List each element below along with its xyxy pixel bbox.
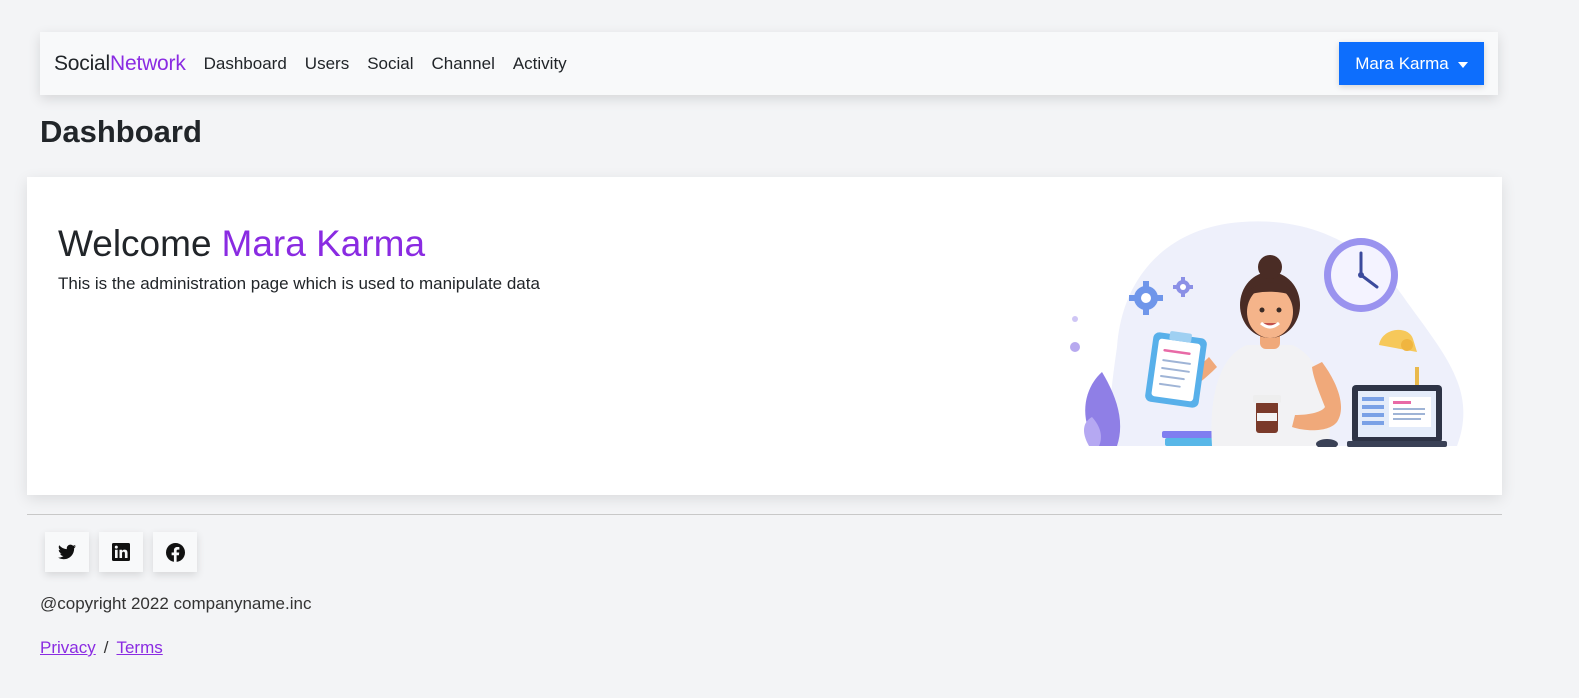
privacy-link[interactable]: Privacy [40, 638, 96, 657]
welcome-greeting: Welcome [58, 223, 212, 264]
terms-link[interactable]: Terms [116, 638, 162, 657]
user-menu-button[interactable]: Mara Karma [1339, 42, 1484, 85]
facebook-icon [165, 542, 185, 562]
footer-link-separator: / [103, 638, 109, 657]
page-title: Dashboard [40, 114, 202, 149]
linkedin-icon [112, 543, 130, 561]
clipboard-icon [1145, 331, 1207, 408]
facebook-button[interactable] [153, 532, 197, 572]
laptop-icon [1347, 385, 1447, 447]
user-menu-label: Mara Karma [1355, 53, 1449, 73]
clock-icon [1324, 238, 1398, 312]
nav-link-social[interactable]: Social [367, 54, 413, 74]
copyright-text: @copyright 2022 companyname.inc [40, 594, 312, 613]
nav-link-users[interactable]: Users [305, 54, 349, 74]
linkedin-button[interactable] [99, 532, 143, 572]
brand-logo[interactable]: SocialNetwork [54, 52, 186, 76]
nav-links: Dashboard Users Social Channel Activity [204, 54, 585, 74]
welcome-subtitle: This is the administration page which is… [58, 274, 540, 293]
brand-text-social: Social [54, 51, 110, 75]
twitter-icon [58, 544, 76, 560]
dashboard-illustration [1070, 221, 1464, 447]
nav-link-dashboard[interactable]: Dashboard [204, 54, 287, 74]
caret-down-icon [1457, 61, 1468, 68]
footer-divider [27, 514, 1502, 515]
nav-link-channel[interactable]: Channel [432, 54, 495, 74]
welcome-user-name: Mara Karma [221, 223, 426, 264]
top-navbar: SocialNetwork Dashboard Users Social Cha… [40, 32, 1498, 95]
nav-link-activity[interactable]: Activity [513, 54, 567, 74]
twitter-button[interactable] [45, 532, 89, 572]
welcome-heading: Welcome Mara Karma [58, 223, 425, 265]
social-links [45, 532, 207, 572]
footer-links: Privacy / Terms [40, 638, 163, 658]
brand-text-network: Network [110, 51, 186, 75]
welcome-card: Welcome Mara Karma This is the administra… [27, 177, 1502, 495]
